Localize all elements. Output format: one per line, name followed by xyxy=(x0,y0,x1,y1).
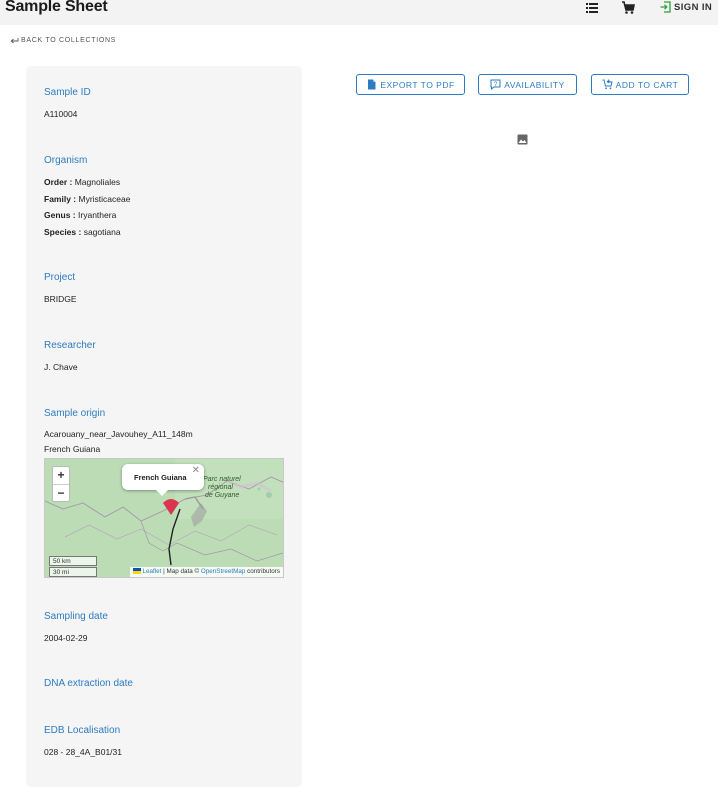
scale-bar-km: 50 km xyxy=(49,556,97,566)
sampling-date-value: 2004-02-29 xyxy=(44,633,88,643)
organism-details: Order : Magnoliales Family : Myristicace… xyxy=(44,174,130,240)
back-to-collections-link[interactable]: BACK TO COLLECTIONS xyxy=(10,36,116,45)
organism-species-row: Species : sagotiana xyxy=(44,224,130,241)
order-label: Order : xyxy=(44,177,73,187)
add-to-cart-button[interactable]: ADD TO CART xyxy=(591,74,689,95)
attribution-mid: | Map data © xyxy=(163,568,200,575)
zoom-in-button[interactable]: + xyxy=(53,467,69,484)
organism-genus-row: Genus : Iryanthera xyxy=(44,207,130,224)
image-placeholder-icon xyxy=(517,134,528,145)
top-bar: Sample Sheet SIGN IN xyxy=(0,0,718,25)
family-value: Myristicaceae xyxy=(78,193,131,204)
organism-family-row: Family : Myristicaceae xyxy=(44,191,130,208)
park-label-2: régional xyxy=(208,484,233,491)
availability-label: AVAILABILITY xyxy=(504,79,565,90)
sign-in-button[interactable]: SIGN IN xyxy=(660,0,712,14)
ukraine-flag-icon xyxy=(132,568,141,575)
map-popup: French Guiana ✕ xyxy=(122,464,204,496)
attribution-end: contributors xyxy=(247,568,280,575)
order-value: Magnoliales xyxy=(74,177,121,187)
species-value: sagotiana xyxy=(83,226,121,237)
sample-origin-value: Acarouany_near_Javouhey_A11_148m French … xyxy=(44,427,193,457)
edb-localisation-title: EDB Localisation xyxy=(44,725,121,736)
origin-site: Acarouany_near_Javouhey_A11_148m xyxy=(44,429,193,439)
page-title: Sample Sheet xyxy=(5,0,108,15)
family-label: Family : xyxy=(44,193,77,204)
file-icon xyxy=(368,79,376,90)
sampling-date-title: Sampling date xyxy=(44,611,108,622)
export-pdf-button[interactable]: EXPORT TO PDF xyxy=(356,74,465,95)
edb-localisation-value: 028 - 28_4A_B01/31 xyxy=(44,747,122,757)
species-label: Species : xyxy=(44,226,82,237)
dna-extraction-date-title: DNA extraction date xyxy=(44,678,133,689)
sample-info-card: Sample ID A110004 Organism Order : Magno… xyxy=(26,66,302,787)
sample-origin-title: Sample origin xyxy=(44,408,106,419)
list-icon[interactable] xyxy=(585,1,599,15)
map-attribution: Leaflet | Map data © OpenStreetMap contr… xyxy=(129,567,283,577)
popup-text: French Guiana xyxy=(134,473,187,482)
osm-link[interactable]: OpenStreetMap xyxy=(201,568,245,575)
sample-id-value: A110004 xyxy=(44,109,78,119)
researcher-value: J. Chave xyxy=(44,362,78,372)
organism-order-row: Order : Magnoliales xyxy=(44,174,130,191)
researcher-title: Researcher xyxy=(44,340,96,351)
back-link-label: BACK TO COLLECTIONS xyxy=(21,37,117,44)
origin-map[interactable]: Parc naturel régional de Guyane + − Fren… xyxy=(44,458,284,578)
park-label-3: de Guyane xyxy=(205,492,239,499)
zoom-out-button[interactable]: − xyxy=(53,484,69,501)
add-to-cart-label: ADD TO CART xyxy=(615,79,679,90)
sign-in-label: SIGN IN xyxy=(674,1,713,13)
help-chat-icon: ? xyxy=(490,79,501,90)
cart-icon[interactable] xyxy=(621,1,635,15)
popup-close-icon[interactable]: ✕ xyxy=(192,465,200,476)
organism-title: Organism xyxy=(44,155,88,166)
back-arrow-icon xyxy=(10,38,19,44)
sample-id-title: Sample ID xyxy=(44,87,91,98)
add-cart-icon xyxy=(602,79,613,90)
origin-country: French Guiana xyxy=(44,444,101,454)
leaflet-link[interactable]: Leaflet xyxy=(142,568,161,575)
genus-value: Iryanthera xyxy=(78,210,117,220)
login-icon xyxy=(660,1,671,13)
zoom-control: + − xyxy=(52,466,70,502)
genus-label: Genus : xyxy=(44,210,76,220)
export-pdf-label: EXPORT TO PDF xyxy=(380,79,455,90)
project-title: Project xyxy=(44,272,76,283)
availability-button[interactable]: ? AVAILABILITY xyxy=(478,74,577,95)
park-label-1: Parc naturel xyxy=(203,476,241,483)
scale-bar-mi: 30 mi xyxy=(49,567,97,577)
project-value: BRIDGE xyxy=(44,294,77,304)
